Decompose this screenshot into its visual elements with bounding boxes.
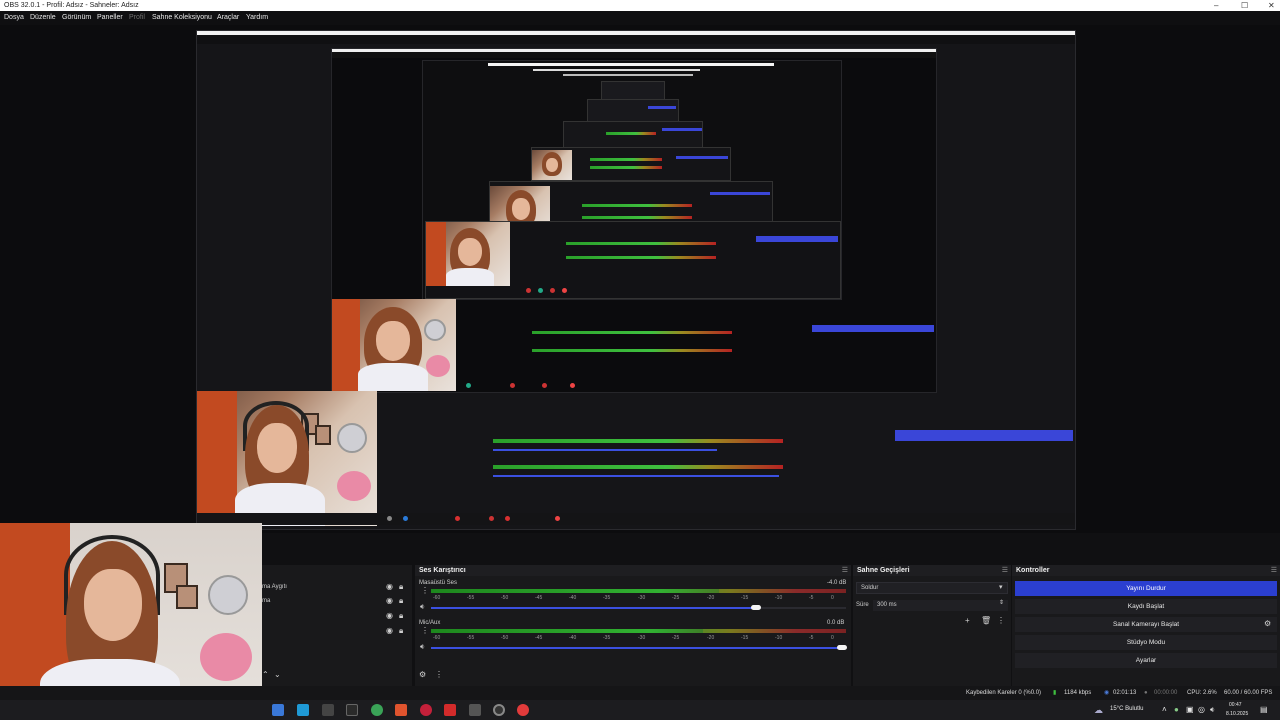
mixer-settings-icon[interactable]: ⚙ (419, 671, 426, 679)
nested-menu-bar (197, 35, 1075, 44)
menu-view[interactable]: Görünüm (62, 11, 91, 25)
nested-obs-window-1 (196, 30, 1076, 530)
outlook-icon[interactable] (297, 704, 309, 716)
close-button[interactable]: ✕ (1268, 0, 1275, 11)
status-bar: Kaybedilen Kareler 0 (%0.0) ▮ 1184 kbps … (0, 686, 1280, 700)
notification-icon[interactable]: ▤ (1260, 705, 1268, 714)
stream-icon: ◉ (1104, 690, 1110, 696)
mixer-title: Ses Karıştırıcı ☰ (415, 565, 851, 576)
app-icon[interactable] (469, 704, 481, 716)
more-icon[interactable]: ⋮ (421, 627, 429, 635)
controls-title: Kontroller ☰ (1012, 565, 1280, 576)
menu-tools[interactable]: Araçlar (217, 11, 239, 25)
maximize-button[interactable]: ☐ (1241, 0, 1248, 11)
obs-icon[interactable] (493, 704, 505, 716)
volume-slider[interactable] (431, 607, 755, 609)
tray-icon[interactable]: ◎ (1198, 705, 1205, 714)
menu-scene-collection[interactable]: Sahne Koleksiyonu (152, 11, 212, 25)
volume-slider-knob[interactable] (751, 605, 761, 610)
task-view-icon[interactable] (322, 704, 334, 716)
menu-profile[interactable]: Profil (129, 11, 145, 25)
eye-icon[interactable]: ◉ (386, 627, 393, 635)
scene-transitions-panel: Sahne Geçişleri ☰ Soldur ▾ Süre 300 ms ⇕ … (853, 565, 1011, 686)
transition-select[interactable]: Soldur ▾ (856, 582, 1008, 594)
chevron-up-icon[interactable]: ˄ (1162, 705, 1167, 714)
cloud-icon: ☁ (1094, 705, 1103, 715)
nested-obs-window-3 (422, 60, 842, 300)
window-title: OBS 32.0.1 - Profil: Adsız - Sahneler: A… (4, 2, 139, 9)
mixer-channel-db: 0.0 dB (827, 620, 845, 626)
chrome-icon[interactable] (371, 704, 383, 716)
app-icon[interactable] (346, 704, 358, 716)
signal-icon: ▮ (1053, 690, 1057, 696)
clock-date[interactable]: 8.10.2025 (1226, 711, 1248, 717)
nested-webcam-1 (197, 391, 377, 526)
menu-edit[interactable]: Düzenle (30, 11, 56, 25)
add-icon[interactable]: + (965, 617, 970, 625)
start-virtual-camera-button[interactable]: Sanal Kamerayı Başlat (1015, 617, 1277, 632)
nested-webcam-2 (332, 299, 456, 391)
source-label-1[interactable]: ma Aygıtı (262, 584, 287, 590)
file-explorer-icon[interactable] (272, 704, 284, 716)
duration-input[interactable]: 300 ms ⇕ (873, 600, 1008, 611)
app-icon[interactable] (444, 704, 456, 716)
bitrate: 1184 kbps (1064, 690, 1092, 696)
record-icon: ● (1144, 690, 1148, 696)
nested-obs-window-2 (331, 48, 937, 393)
lock-icon[interactable]: 🔒︎ (399, 612, 403, 620)
eye-icon[interactable]: ◉ (386, 612, 393, 620)
app-icon[interactable] (517, 704, 529, 716)
minimize-button[interactable]: – (1214, 0, 1218, 11)
lock-icon[interactable]: 🔒︎ (399, 597, 403, 605)
taskbar: ☁ 15°C Bulutlu ˄ ● ▣ ◎ 🔉︎ 00:47 8.10.202… (0, 700, 1280, 720)
menu-file[interactable]: Dosya (4, 11, 24, 25)
lock-icon[interactable]: 🔒︎ (399, 583, 403, 591)
duration-label: Süre (856, 602, 869, 608)
dropped-frames: Kaybedilen Kareler 0 (%0.0) (966, 690, 1042, 696)
chevron-down-icon[interactable]: ⌄ (274, 671, 281, 679)
stream-time: 02:01:13 (1113, 690, 1137, 696)
spinner-icon: ⇕ (999, 600, 1005, 606)
studio-mode-button[interactable]: Stüdyo Modu (1015, 635, 1277, 650)
source-label-2[interactable]: ma (262, 598, 270, 604)
more-icon[interactable]: ⋮ (997, 617, 1005, 625)
brave-icon[interactable] (395, 704, 407, 716)
preview-canvas[interactable] (0, 25, 1280, 720)
mixer-channel-db: -4.0 dB (827, 580, 847, 586)
volume-icon[interactable]: 🔉︎ (1210, 705, 1215, 715)
mixer-more-icon[interactable]: ⋮ (435, 671, 443, 679)
opera-icon[interactable] (420, 704, 432, 716)
weather[interactable]: 15°C Bulutlu (1110, 706, 1143, 712)
fps: 60.00 / 60.00 FPS (1224, 690, 1273, 696)
sources-panel: ma Aygıtı ma ◉ 🔒︎ ◉ 🔒︎ ◉ 🔒︎ ◉ 🔒︎ ⌃ ⌄ (262, 565, 412, 686)
volume-slider-knob[interactable] (837, 645, 847, 650)
speaker-icon[interactable]: 🔉︎ (420, 603, 425, 611)
record-time: 00:00:00 (1154, 690, 1178, 696)
gear-icon[interactable]: ⚙ (1264, 620, 1271, 628)
menu-bar: Dosya Düzenle Görünüm Paneller Profil Sa… (0, 11, 1280, 25)
menu-help[interactable]: Yardım (246, 11, 268, 25)
tray-icon[interactable]: ● (1174, 705, 1179, 714)
cpu-usage: CPU: 2.6% (1187, 690, 1217, 696)
audio-mixer-panel: Ses Karıştırıcı ☰ Masaüstü Ses -4.0 dB ⋮ … (415, 565, 851, 686)
start-recording-button[interactable]: Kaydı Başlat (1015, 599, 1277, 614)
network-icon[interactable]: ▣ (1186, 705, 1194, 714)
stop-streaming-button[interactable]: Yayını Durdur (1015, 581, 1277, 596)
more-icon[interactable]: ⋮ (421, 587, 429, 595)
trash-icon[interactable]: 🗑︎ (981, 617, 991, 625)
speaker-icon[interactable]: 🔉︎ (420, 643, 425, 651)
eye-icon[interactable]: ◉ (386, 597, 393, 605)
eye-icon[interactable]: ◉ (386, 583, 393, 591)
lock-icon[interactable]: 🔒︎ (399, 627, 403, 635)
menu-docks[interactable]: Paneller (97, 11, 123, 25)
title-bar: OBS 32.0.1 - Profil: Adsız - Sahneler: A… (0, 0, 1280, 11)
chevron-down-icon: ▾ (999, 584, 1003, 591)
dock-menu-icon: ☰ (841, 567, 848, 574)
settings-button[interactable]: Ayarlar (1015, 653, 1277, 668)
transitions-title: Sahne Geçişleri ☰ (853, 565, 1011, 576)
clock-time[interactable]: 00:47 (1229, 702, 1242, 708)
chevron-up-icon[interactable]: ⌃ (262, 671, 269, 679)
volume-slider[interactable] (431, 647, 846, 649)
